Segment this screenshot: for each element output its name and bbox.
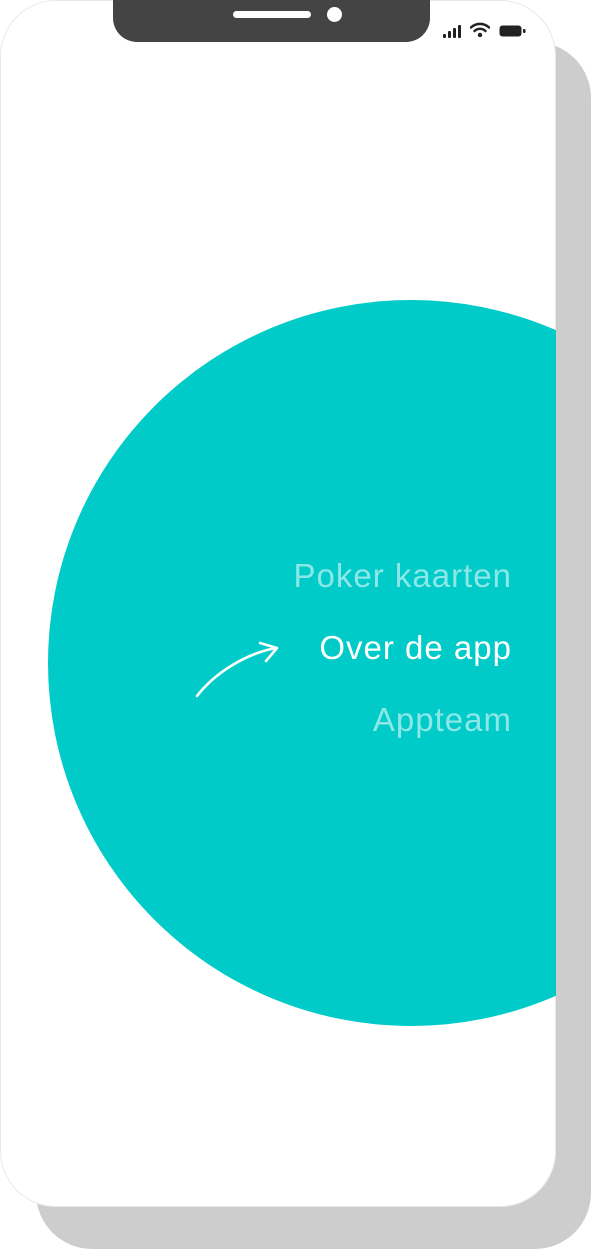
camera-icon	[327, 7, 342, 22]
menu-item-over-de-app[interactable]: Over de app	[294, 612, 512, 684]
menu-item-poker-kaarten[interactable]: Poker kaarten	[294, 540, 512, 612]
cellular-signal-icon	[443, 24, 461, 38]
menu-item-appteam[interactable]: Appteam	[294, 684, 512, 756]
stage: Poker kaarten Over de app Appteam	[0, 0, 591, 1249]
wifi-icon	[470, 22, 490, 38]
arrow-icon	[195, 641, 279, 698]
main-menu: Poker kaarten Over de app Appteam	[294, 540, 512, 756]
phone-notch	[113, 0, 430, 42]
phone-screen: Poker kaarten Over de app Appteam	[0, 0, 556, 1207]
status-bar	[443, 20, 526, 38]
speaker-icon	[233, 11, 311, 18]
battery-icon	[499, 25, 526, 37]
